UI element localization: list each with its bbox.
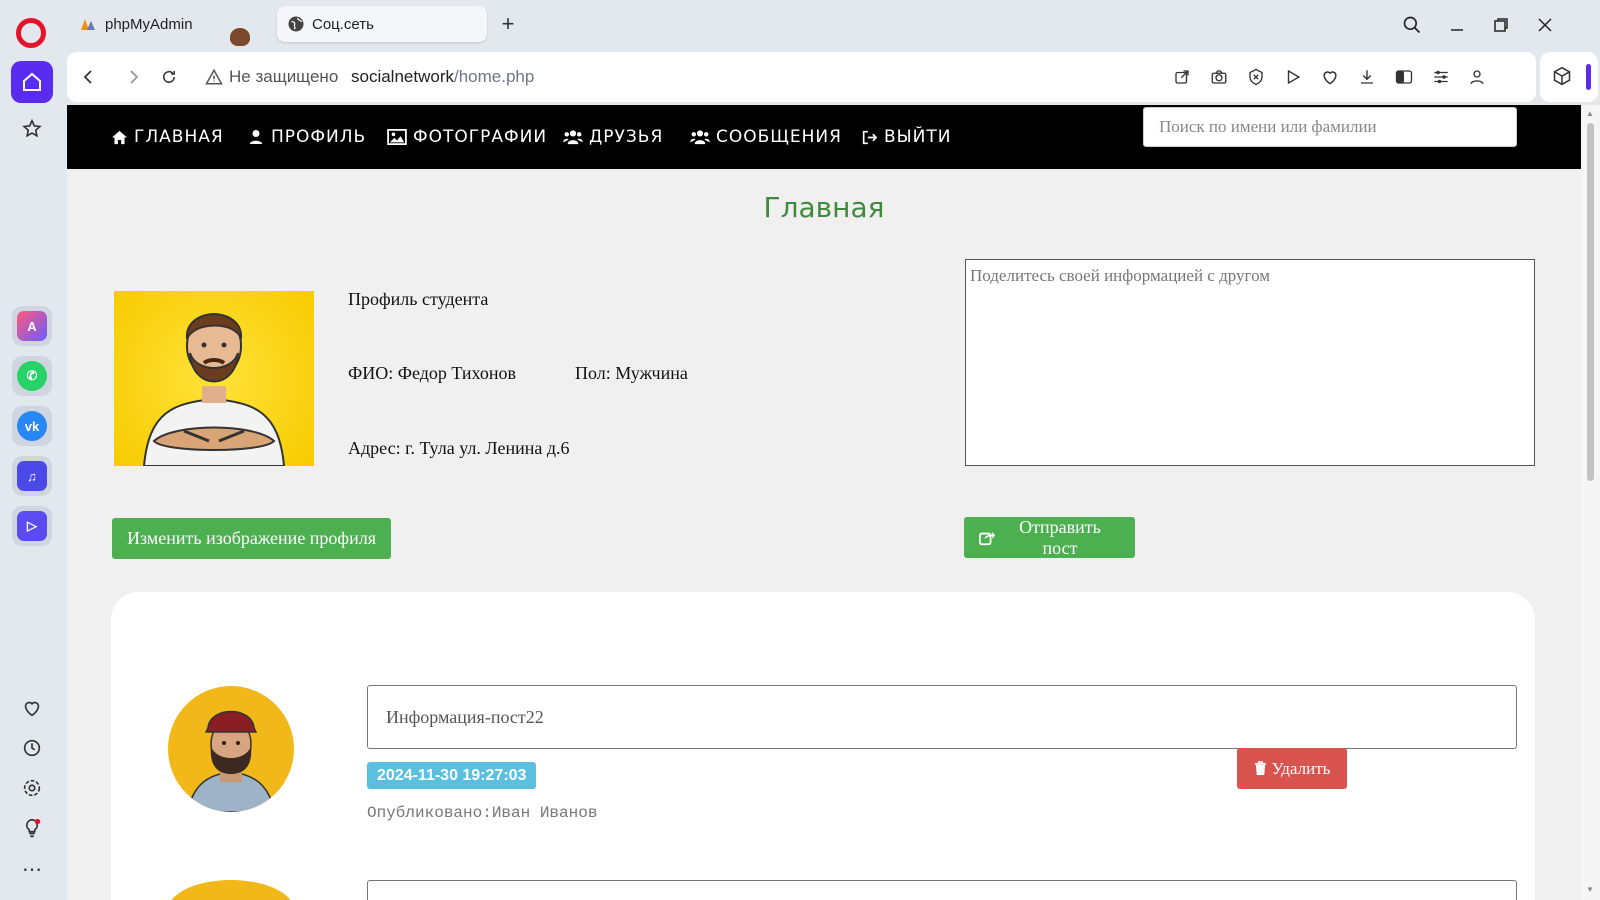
post-author-avatar	[168, 880, 294, 900]
easy-setup-icon[interactable]	[1429, 65, 1453, 89]
search-tabs-icon[interactable]	[1397, 10, 1427, 40]
scrollbar-thumb[interactable]	[1587, 123, 1594, 481]
users-icon	[563, 128, 583, 146]
send-post-label: Отправить пост	[1019, 516, 1101, 558]
url-field[interactable]: socialnetwork/home.php	[351, 67, 534, 87]
scroll-up-icon[interactable]: ▲	[1586, 109, 1594, 118]
player-icon[interactable]: ▷	[12, 506, 52, 546]
cookie-extension-icon	[230, 28, 250, 46]
play-icon[interactable]	[1281, 65, 1305, 89]
sidebar-toggle[interactable]	[1586, 64, 1591, 90]
security-label: Не защищено	[229, 67, 339, 86]
profile-name: ФИО: Федор Тихонов	[348, 363, 516, 383]
post-content	[367, 880, 1517, 900]
nav-label: ГЛАВНАЯ	[134, 127, 224, 147]
nav-messages[interactable]: СООБЩЕНИЯ	[690, 126, 842, 148]
site-navbar: ГЛАВНАЯ ПРОФИЛЬ ФОТОГРАФИИ ДРУЗЬЯ СООБЩЕ…	[67, 105, 1581, 169]
extensions-icon[interactable]	[1552, 66, 1572, 91]
nav-label: ДРУЗЬЯ	[589, 127, 664, 147]
users-icon	[690, 128, 710, 146]
post-content: Информация-пост22	[367, 685, 1517, 749]
favorite-icon[interactable]	[1318, 65, 1342, 89]
close-icon[interactable]	[1530, 10, 1560, 40]
post-author-avatar	[168, 686, 294, 812]
nav-logout[interactable]: ВЫЙТИ	[860, 126, 951, 148]
page-scrollbar[interactable]: ▲ ▼	[1581, 105, 1600, 900]
minimize-icon[interactable]	[1442, 10, 1472, 40]
profile-address: Адрес: г. Тула ул. Ленина д.6	[348, 438, 570, 458]
whatsapp-icon[interactable]: ✆	[12, 356, 52, 396]
extensions-area	[1540, 52, 1598, 102]
change-avatar-button[interactable]: Изменить изображение профиля	[112, 518, 391, 559]
tab-title: Соц.сеть	[312, 15, 374, 33]
posts-card: Информация-пост22 2024-11-30 19:27:03 Оп…	[111, 592, 1535, 900]
back-icon[interactable]	[74, 62, 104, 92]
account-icon[interactable]	[1465, 65, 1489, 89]
home-icon[interactable]	[11, 61, 53, 103]
vk-icon[interactable]: vk	[12, 406, 52, 446]
scroll-down-icon[interactable]: ▼	[1586, 885, 1594, 894]
share-icon	[979, 530, 995, 546]
nav-photos[interactable]: ФОТОГРАФИИ	[387, 126, 547, 148]
user-icon	[247, 128, 265, 146]
nav-profile[interactable]: ПРОФИЛЬ	[247, 126, 366, 148]
nav-home[interactable]: ГЛАВНАЯ	[110, 126, 224, 148]
nav-label: СООБЩЕНИЯ	[716, 127, 842, 147]
nav-friends[interactable]: ДРУЗЬЯ	[563, 126, 663, 148]
share-icon[interactable]	[1170, 65, 1194, 89]
camera-icon[interactable]	[1207, 65, 1231, 89]
home-icon	[110, 128, 128, 146]
profile-heading: Профиль студента	[348, 289, 489, 309]
security-warning[interactable]: Не защищено	[205, 67, 338, 87]
profile-gender: Пол: Мужчина	[575, 363, 688, 383]
web-page: ГЛАВНАЯ ПРОФИЛЬ ФОТОГРАФИИ ДРУЗЬЯ СООБЩЕ…	[67, 105, 1581, 900]
pma-icon	[80, 15, 98, 33]
settings-icon[interactable]	[19, 775, 45, 801]
tab-strip: phpMyAdmin Соц.сеть +	[64, 0, 1600, 50]
post-textarea[interactable]	[965, 259, 1535, 466]
new-tab-button[interactable]: +	[496, 11, 520, 36]
lightbulb-icon[interactable]	[19, 815, 45, 841]
browser-sidebar: A ✆ vk ♫ ▷ ⋯	[0, 0, 64, 900]
search-input[interactable]	[1143, 107, 1517, 147]
restore-icon[interactable]	[1486, 10, 1516, 40]
trash-icon	[1254, 761, 1267, 776]
profile-avatar	[114, 291, 314, 466]
post-author: Опубликовано:Иван Иванов	[367, 804, 598, 822]
aria-app-icon[interactable]: A	[12, 306, 52, 346]
delete-post-button[interactable]: Удалить	[1237, 748, 1347, 789]
music-player-icon[interactable]: ♫	[12, 456, 52, 496]
tab-social-network[interactable]: Соц.сеть	[277, 6, 487, 42]
page-title: Главная	[763, 191, 885, 224]
address-bar: Не защищено socialnetwork/home.php	[67, 52, 1536, 102]
send-post-button[interactable]: Отправить пост	[964, 517, 1135, 558]
download-icon[interactable]	[1355, 65, 1379, 89]
heart-icon[interactable]	[19, 695, 45, 721]
url-host: socialnetwork	[351, 67, 454, 86]
delete-label: Удалить	[1271, 758, 1331, 778]
theme-icon[interactable]	[1392, 65, 1416, 89]
adblock-icon[interactable]	[1244, 65, 1268, 89]
opera-logo-icon[interactable]	[16, 18, 46, 48]
tab-title: phpMyAdmin	[105, 15, 193, 33]
history-icon[interactable]	[19, 735, 45, 761]
star-icon[interactable]	[19, 116, 45, 142]
post-date-badge: 2024-11-30 19:27:03	[367, 762, 537, 789]
warning-icon	[205, 68, 223, 85]
more-icon[interactable]: ⋯	[19, 856, 45, 882]
image-icon	[387, 128, 407, 146]
forward-icon[interactable]	[118, 62, 148, 92]
nav-label: ПРОФИЛЬ	[271, 127, 367, 147]
sign-out-icon	[860, 128, 878, 146]
globe-icon	[287, 15, 305, 33]
reload-icon[interactable]	[154, 62, 184, 92]
nav-label: ФОТОГРАФИИ	[413, 127, 548, 147]
url-path: /home.php	[454, 67, 535, 86]
nav-label: ВЫЙТИ	[884, 127, 952, 147]
